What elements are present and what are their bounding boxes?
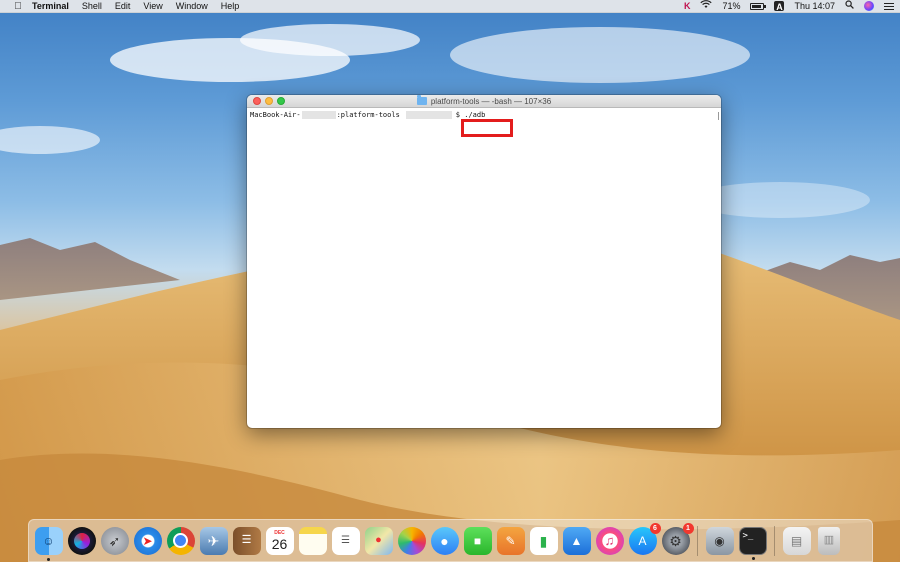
pen-icon: ✎ [505, 533, 516, 548]
document-icon: ▤ [790, 533, 803, 548]
menu-bar:  Terminal Shell Edit View Window Help K… [0, 0, 900, 13]
camera-icon: ◉ [714, 533, 725, 548]
window-title-text: platform-tools — -bash — 107×36 [430, 96, 552, 106]
app-store-badge: 6 [649, 522, 661, 534]
wifi-icon[interactable] [700, 0, 713, 13]
menu-window[interactable]: Window [176, 0, 208, 13]
menu-shell[interactable]: Shell [82, 0, 102, 13]
prompt-host: MacBook-Air- [250, 111, 301, 119]
dock-contacts[interactable]: ☰ [232, 526, 261, 555]
dock-system-preferences[interactable]: ⚙ 1 [661, 522, 694, 555]
system-preferences-badge: 1 [682, 522, 694, 534]
gear-icon: ⚙ [669, 532, 682, 549]
input-source-icon[interactable]: A [774, 1, 785, 12]
dock-terminal[interactable]: >_ [738, 526, 767, 560]
speech-bubble-icon: ● [440, 532, 449, 549]
dock-image-capture[interactable]: ◉ [705, 526, 734, 555]
dock-siri[interactable] [67, 526, 96, 555]
prompt-directory: :platform-tools [336, 111, 400, 119]
calendar-day: 26 [271, 535, 288, 552]
dock-separator [774, 525, 775, 556]
dock-finder[interactable]: ☺ [34, 526, 63, 561]
notification-center-icon[interactable] [884, 2, 894, 10]
running-indicator [46, 557, 50, 561]
dock-messages[interactable]: ● [430, 526, 459, 555]
dock: ☺ ➶ ➤ ✈ ☰ DEC 26 ☰ ● ● ■ ✎ ▮ ▲ ♫ A 6 ⚙ 1… [28, 519, 873, 562]
command-highlight-box [461, 119, 513, 137]
app-status-icon[interactable]: K [684, 0, 691, 13]
menu-edit[interactable]: Edit [115, 0, 131, 13]
terminal-content[interactable]: MacBook-Air- :platform-tools $ ./adb [247, 108, 721, 428]
dock-maps[interactable]: ● [364, 526, 393, 555]
dock-calendar[interactable]: DEC 26 [265, 526, 294, 555]
compass-icon: ➤ [142, 533, 153, 548]
redacted-hostname [301, 111, 336, 119]
menu-app-terminal[interactable]: Terminal [32, 0, 69, 13]
close-button[interactable] [253, 97, 261, 105]
list-icon: ☰ [341, 535, 350, 546]
siri-icon[interactable] [864, 1, 874, 11]
dock-preview[interactable]: ✈ [199, 526, 228, 555]
dock-launchpad[interactable]: ➶ [100, 526, 129, 555]
dock-keynote[interactable]: ▲ [562, 526, 591, 555]
terminal-window: platform-tools — -bash — 107×36 MacBook-… [247, 95, 721, 428]
zoom-button[interactable] [277, 97, 285, 105]
app-store-icon: A [638, 533, 647, 548]
scroll-indicator [718, 112, 719, 120]
menu-view[interactable]: View [143, 0, 162, 13]
window-controls [253, 97, 289, 105]
dock-numbers[interactable]: ▮ [529, 526, 558, 555]
dock-pages[interactable]: ✎ [496, 526, 525, 555]
bar-chart-icon: ▮ [539, 532, 548, 549]
menu-bar-status-area: K 71% A Thu 14:07 [674, 0, 900, 13]
prompt-command: $ ./adb [455, 111, 486, 119]
finder-icon: ☺ [42, 533, 55, 548]
dock-itunes[interactable]: ♫ [595, 526, 624, 555]
dock-trash[interactable]: ▥ [818, 526, 840, 555]
dock-notes[interactable] [298, 526, 327, 555]
battery-icon[interactable] [750, 2, 767, 10]
battery-percent: 71% [722, 0, 741, 11]
dock-reminders[interactable]: ☰ [331, 526, 360, 555]
terminal-titlebar[interactable]: platform-tools — -bash — 107×36 [247, 95, 721, 108]
menu-help[interactable]: Help [221, 0, 240, 13]
dock-facetime[interactable]: ■ [463, 526, 492, 555]
window-title: platform-tools — -bash — 107×36 [416, 95, 552, 106]
minimize-button[interactable] [265, 97, 273, 105]
terminal-icon: >_ [742, 530, 754, 541]
trash-icon: ▥ [823, 534, 835, 546]
running-indicator [751, 556, 755, 560]
video-camera-icon: ■ [473, 533, 482, 548]
dock-safari[interactable]: ➤ [133, 526, 162, 555]
dock-documents-stack[interactable]: ▤ [782, 526, 811, 555]
contacts-icon: ☰ [241, 534, 252, 546]
dock-app-store[interactable]: A 6 [628, 522, 661, 555]
dock-separator [697, 525, 698, 556]
folder-icon [416, 95, 427, 105]
menu-clock[interactable]: Thu 14:07 [794, 0, 835, 13]
music-note-icon: ♫ [604, 533, 615, 548]
apple-menu-icon[interactable]:  [12, 0, 24, 13]
redacted-username [405, 111, 452, 119]
photo-icon: ✈ [207, 532, 220, 549]
spotlight-search-icon[interactable] [845, 0, 854, 13]
rocket-icon: ➶ [108, 532, 121, 549]
dock-chrome[interactable] [166, 526, 195, 555]
map-pin-icon: ● [375, 534, 382, 546]
podium-icon: ▲ [570, 533, 583, 548]
dock-photos[interactable] [397, 526, 426, 555]
